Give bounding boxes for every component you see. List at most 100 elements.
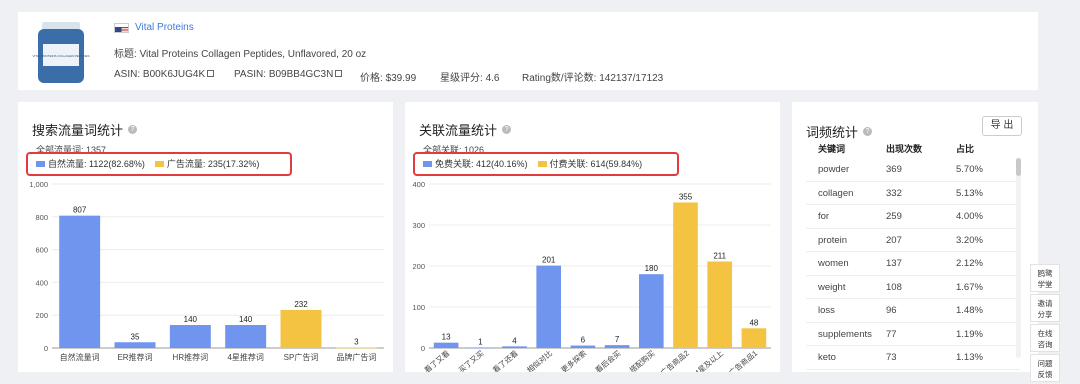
y-tick-label: 0 bbox=[421, 344, 425, 353]
rating-value: 4.6 bbox=[485, 73, 500, 84]
pasin-field: PASIN: B09BB4GC3N bbox=[234, 69, 343, 80]
copy-icon[interactable] bbox=[335, 70, 343, 77]
scroll-thumb[interactable] bbox=[1016, 158, 1021, 176]
bar[interactable] bbox=[502, 346, 527, 348]
bar[interactable] bbox=[280, 309, 322, 348]
product-title: Vital Proteins Collagen Peptides, Unflav… bbox=[139, 49, 367, 60]
x-tick-label: 相似对比 bbox=[525, 348, 555, 372]
share-cell: 4.00% bbox=[956, 211, 983, 222]
x-tick-label: 买了又买 bbox=[457, 348, 486, 372]
side-button[interactable]: 鸥鹭 学堂 bbox=[1030, 264, 1060, 292]
asin-label: ASIN: bbox=[114, 69, 141, 80]
product-image-text: VITAL PROTEINS COLLAGEN PEPTIDES bbox=[32, 54, 89, 58]
x-tick-label: 搭配购买 bbox=[627, 348, 657, 372]
scrollbar[interactable] bbox=[1016, 158, 1021, 358]
count-cell: 207 bbox=[886, 234, 902, 246]
bar-value-label: 7 bbox=[615, 335, 620, 344]
col-share[interactable]: 占比 bbox=[956, 142, 974, 155]
bar[interactable] bbox=[169, 325, 211, 348]
table-row[interactable]: for 259 4.00% bbox=[806, 205, 1020, 229]
bar-value-label: 140 bbox=[239, 315, 253, 324]
us-flag-icon bbox=[114, 22, 129, 33]
table-row[interactable]: women 137 2.12% bbox=[806, 252, 1020, 276]
bar-value-label: 1 bbox=[478, 338, 483, 347]
x-tick-label: HR推荐词 bbox=[173, 352, 209, 362]
keyword-cell: supplements bbox=[818, 328, 872, 340]
bar-value-label: 6 bbox=[581, 336, 586, 345]
price-value: $39.99 bbox=[385, 73, 417, 84]
bar[interactable] bbox=[467, 347, 493, 349]
count-cell: 108 bbox=[886, 281, 902, 293]
bar-value-label: 140 bbox=[184, 315, 198, 324]
brand-link[interactable]: Vital Proteins bbox=[135, 22, 194, 33]
y-tick-label: 400 bbox=[35, 278, 48, 287]
table-row[interactable]: powder 369 5.70% bbox=[806, 158, 1020, 182]
ratings-label: Rating数/评论数: bbox=[522, 73, 597, 84]
table-row[interactable]: collagen 332 5.13% bbox=[806, 182, 1020, 205]
bar-value-label: 180 bbox=[645, 264, 659, 273]
bar[interactable] bbox=[536, 265, 562, 348]
col-count[interactable]: 出现次数 bbox=[886, 142, 922, 155]
y-tick-label: 100 bbox=[412, 303, 425, 312]
bar[interactable] bbox=[570, 345, 596, 348]
bar[interactable] bbox=[741, 328, 767, 348]
bar[interactable] bbox=[59, 215, 101, 348]
copy-icon[interactable] bbox=[207, 70, 215, 77]
table-row[interactable]: protein 207 3.20% bbox=[806, 229, 1020, 252]
price-field: 价格: $39.99 bbox=[360, 69, 416, 84]
rating-field: 星级评分: 4.6 bbox=[440, 69, 499, 84]
bar[interactable] bbox=[707, 261, 733, 348]
y-tick-label: 1,000 bbox=[29, 180, 48, 189]
title-label: 标题: bbox=[114, 49, 137, 60]
side-panel: 鸥鹭 学堂 邀请 分享 在线 咨询 问题 反馈 bbox=[1030, 264, 1060, 384]
bar[interactable] bbox=[433, 342, 459, 348]
bar[interactable] bbox=[225, 325, 267, 348]
count-cell: 137 bbox=[886, 258, 902, 269]
bar-value-label: 48 bbox=[749, 318, 758, 327]
search-traffic-card: 搜索流量词统计 ? 全部流量词: 1357 自然流量: 1122(82.68%)… bbox=[18, 102, 393, 372]
bar[interactable] bbox=[114, 342, 156, 348]
count-cell: 369 bbox=[886, 164, 902, 175]
share-cell: 5.70% bbox=[956, 164, 983, 175]
side-button[interactable]: 问题 反馈 bbox=[1030, 354, 1060, 382]
bar-value-label: 201 bbox=[542, 256, 556, 265]
bar[interactable] bbox=[604, 345, 630, 348]
x-tick-label: 看了还看 bbox=[490, 348, 520, 372]
export-button[interactable]: 导 出 bbox=[982, 116, 1022, 136]
bar[interactable] bbox=[638, 274, 664, 348]
x-tick-label: 4星及以上 bbox=[693, 348, 725, 372]
related-traffic-card: 关联流量统计 ? 全部关联: 1026 免费关联: 412(40.16%) 付费… bbox=[405, 102, 780, 372]
related-traffic-chart: 0 100 200 300 400 13 看了又看 1买了又买 4 看了还看 201 相似对比 6 更多探… bbox=[412, 180, 771, 372]
pasin-value: B09BB4GC3N bbox=[268, 69, 334, 80]
product-card: VITAL PROTEINS COLLAGEN PEPTIDES Vital P… bbox=[18, 12, 1038, 90]
bar[interactable] bbox=[335, 347, 377, 349]
bar-value-label: 232 bbox=[294, 300, 308, 309]
table-row[interactable]: loss 96 1.48% bbox=[806, 299, 1020, 323]
table-row[interactable]: keto 73 1.13% bbox=[806, 346, 1020, 370]
bar[interactable] bbox=[673, 202, 698, 348]
table-row[interactable]: weight 108 1.67% bbox=[806, 276, 1020, 299]
col-keyword[interactable]: 关键词 bbox=[818, 142, 845, 155]
x-tick-label: 更多探索 bbox=[559, 348, 589, 372]
y-tick-label: 300 bbox=[412, 221, 425, 230]
share-cell: 1.13% bbox=[956, 352, 983, 363]
word-frequency-card: 词频统计 ? 导 出 关键词 出现次数 占比 powder 369 5.70% col… bbox=[792, 102, 1038, 372]
ratings-value: 142137/17123 bbox=[599, 73, 664, 84]
share-cell: 3.20% bbox=[956, 234, 983, 246]
bar-value-label: 35 bbox=[131, 332, 140, 341]
bar-value-label: 4 bbox=[512, 336, 517, 345]
product-image: VITAL PROTEINS COLLAGEN PEPTIDES bbox=[32, 22, 90, 83]
x-tick-label: ER推荐词 bbox=[117, 352, 152, 362]
keyword-cell: keto bbox=[818, 352, 836, 363]
ratings-count-field: Rating数/评论数: 142137/17123 bbox=[522, 69, 663, 84]
help-icon[interactable]: ? bbox=[863, 127, 873, 136]
pasin-label: PASIN: bbox=[234, 69, 267, 80]
y-tick-label: 800 bbox=[35, 213, 48, 222]
table-row[interactable]: supplements 77 1.19% bbox=[806, 323, 1020, 346]
count-cell: 332 bbox=[886, 187, 902, 199]
side-button[interactable]: 在线 咨询 bbox=[1030, 324, 1060, 352]
price-label: 价格: bbox=[360, 73, 383, 84]
keyword-cell: protein bbox=[818, 234, 848, 246]
side-button[interactable]: 邀请 分享 bbox=[1030, 294, 1060, 322]
bar-value-label: 13 bbox=[442, 333, 451, 342]
